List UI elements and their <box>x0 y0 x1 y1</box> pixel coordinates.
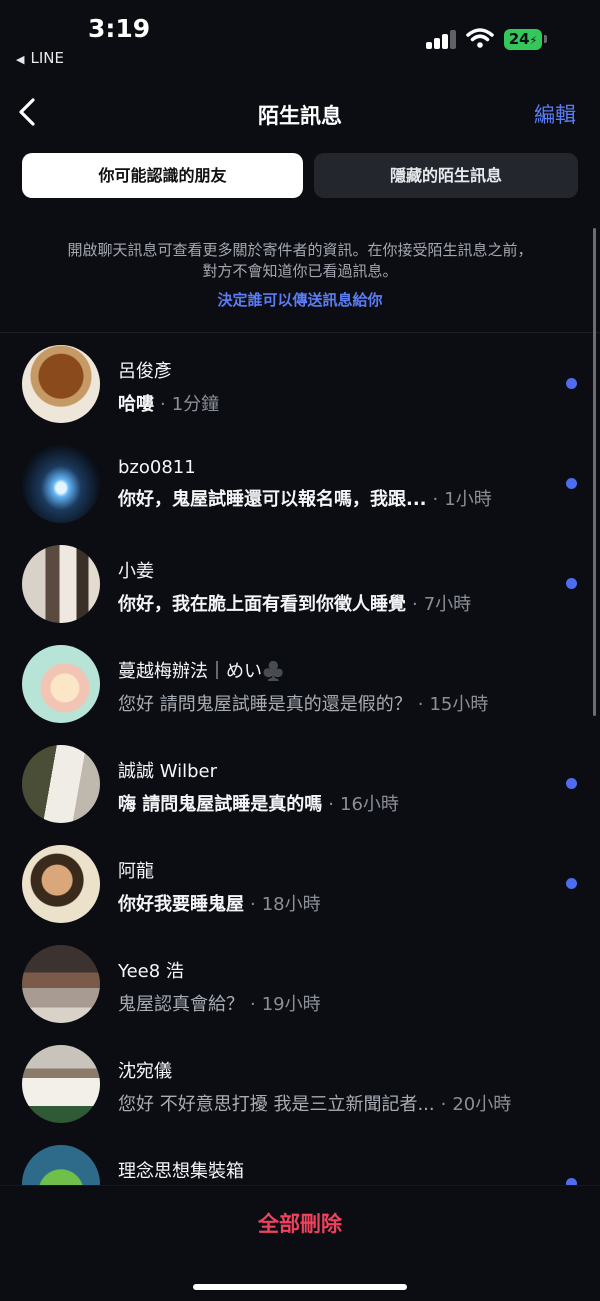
sender-name: 沈宛儀 <box>118 1061 172 1082</box>
page-title: 陌生訊息 <box>258 104 342 128</box>
cellular-signal-icon <box>426 29 458 49</box>
message-time: 1小時 <box>444 489 492 510</box>
separator: · <box>432 489 439 510</box>
battery-icon: 24⚡ <box>504 29 542 50</box>
battery-nub <box>544 35 547 43</box>
list-item[interactable]: Yee8 浩 鬼屋認真會給？ · 19小時 <box>0 933 600 1033</box>
sender-name: 蔓越梅辦法｜めい♣️ <box>118 661 285 682</box>
message-preview: 你好，鬼屋試睡還可以報名嗎，我跟... <box>118 489 427 510</box>
separator: · <box>250 994 256 1015</box>
message-preview: 您好 不好意思打擾 我是三立新聞記者... <box>118 1094 435 1115</box>
separator: · <box>328 794 334 815</box>
sender-name: Yee8 浩 <box>118 961 184 982</box>
message-request-list: 呂俊彥 哈嘍 · 1分鐘 bzo0811 你好，鬼屋試睡還可以報名嗎，我跟... · 1… <box>0 333 600 1185</box>
sender-name: bzo0811 <box>118 457 196 478</box>
tab-people-you-may-know[interactable]: 你可能認識的朋友 <box>22 153 303 198</box>
separator: · <box>250 894 256 915</box>
message-preview: 您好 請問鬼屋試睡是真的還是假的？ <box>118 694 412 715</box>
bottom-bar: 全部刪除 <box>0 1185 600 1301</box>
list-item[interactable]: 小姜 你好，我在脆上面有看到你徵人睡覺 · 7小時 <box>0 533 600 633</box>
list-item[interactable]: 理念思想集裝箱 <box>0 1133 600 1185</box>
battery-level: 24 <box>508 30 530 48</box>
avatar <box>22 745 100 823</box>
avatar <box>22 945 100 1023</box>
home-indicator[interactable] <box>193 1284 407 1290</box>
avatar <box>22 1145 100 1185</box>
avatar <box>22 345 100 423</box>
unread-dot <box>566 478 577 489</box>
separator: · <box>417 694 424 715</box>
separator: · <box>440 1094 447 1115</box>
message-preview: 鬼屋認真會給？ <box>118 994 244 1015</box>
message-time: 1分鐘 <box>171 394 220 415</box>
sender-name: 小姜 <box>118 561 154 582</box>
unread-dot <box>566 878 577 889</box>
message-preview: 嗨 請問鬼屋試睡是真的嗎 <box>118 794 323 815</box>
delete-all-button[interactable]: 全部刪除 <box>0 1208 600 1238</box>
avatar <box>22 545 100 623</box>
sender-name: 阿龍 <box>118 861 154 882</box>
status-bar: 3:19 ◀ LINE 24⚡ <box>0 0 600 80</box>
sender-name: 理念思想集裝箱 <box>118 1161 244 1182</box>
list-item[interactable]: 阿龍 你好我要睡鬼屋 · 18小時 <box>0 833 600 933</box>
sender-name: 呂俊彥 <box>118 361 172 382</box>
message-time: 20小時 <box>452 1094 512 1115</box>
separator: · <box>412 594 418 615</box>
unread-dot <box>566 578 577 589</box>
avatar <box>22 1045 100 1123</box>
message-preview: 哈嘍 <box>118 394 154 415</box>
avatar <box>22 645 100 723</box>
edit-button[interactable]: 編輯 <box>534 99 576 129</box>
separator: · <box>160 394 166 415</box>
list-item[interactable]: 蔓越梅辦法｜めい♣️ 您好 請問鬼屋試睡是真的還是假的？ · 15小時 <box>0 633 600 733</box>
message-time: 7小時 <box>423 594 472 615</box>
nav-bar: 陌生訊息 編輯 <box>0 86 600 140</box>
message-time: 19小時 <box>261 994 321 1015</box>
tab-hidden-requests[interactable]: 隱藏的陌生訊息 <box>314 153 578 198</box>
sender-name: 誠誠 Wilber <box>118 761 218 782</box>
list-item[interactable]: bzo0811 你好，鬼屋試睡還可以報名嗎，我跟... · 1小時 <box>0 433 600 533</box>
info-line-2: 對方不會知道你已看過訊息。 <box>202 262 398 280</box>
back-to-app-link[interactable]: ◀ LINE <box>16 49 64 67</box>
status-time: 3:19 <box>88 14 151 43</box>
message-controls-link[interactable]: 決定誰可以傳送訊息給你 <box>0 290 600 311</box>
message-time: 16小時 <box>340 794 399 815</box>
message-preview: 你好我要睡鬼屋 <box>118 894 244 915</box>
avatar <box>22 845 100 923</box>
message-time: 15小時 <box>429 694 489 715</box>
wifi-icon <box>466 28 494 48</box>
message-time: 18小時 <box>261 894 321 915</box>
back-app-label: LINE <box>30 49 64 67</box>
unread-dot <box>566 1178 577 1185</box>
list-item[interactable]: 誠誠 Wilber 嗨 請問鬼屋試睡是真的嗎 · 16小時 <box>0 733 600 833</box>
segmented-tabs: 你可能認識的朋友 隱藏的陌生訊息 <box>22 153 578 198</box>
unread-dot <box>566 778 577 789</box>
message-preview: 你好，我在脆上面有看到你徵人睡覺 <box>118 594 406 615</box>
unread-dot <box>566 378 577 389</box>
avatar <box>22 445 100 523</box>
back-triangle-icon: ◀ <box>16 53 25 66</box>
info-line-1: 開啟聊天訊息可查看更多關於寄件者的資訊。在你接受陌生訊息之前， <box>67 241 533 259</box>
list-item[interactable]: 沈宛儀 您好 不好意思打擾 我是三立新聞記者... · 20小時 <box>0 1033 600 1133</box>
list-item[interactable]: 呂俊彥 哈嘍 · 1分鐘 <box>0 333 600 433</box>
scrollbar[interactable] <box>593 228 596 716</box>
info-text: 開啟聊天訊息可查看更多關於寄件者的資訊。在你接受陌生訊息之前， 對方不會知道你已… <box>0 240 600 311</box>
